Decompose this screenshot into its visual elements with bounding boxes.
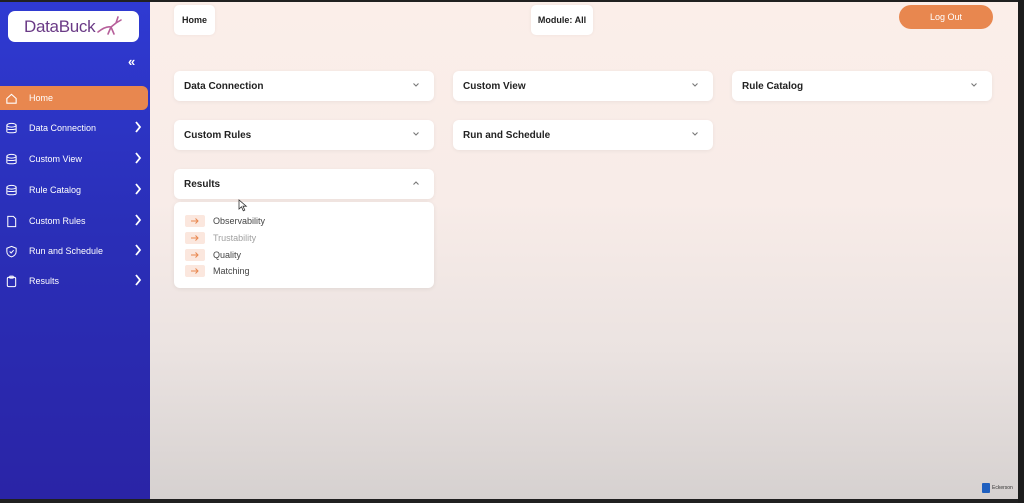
sidebar-item-rule-catalog[interactable]: Rule Catalog <box>0 178 150 202</box>
chevron-down-icon <box>692 132 698 136</box>
chevron-right-icon <box>135 121 142 133</box>
card-results[interactable]: Results <box>174 169 434 199</box>
menu-item-label: Trustability <box>213 233 257 243</box>
sidebar-item-label: Run and Schedule <box>29 246 104 256</box>
card-custom-view[interactable]: Custom View <box>453 71 713 101</box>
chevron-right-icon <box>135 274 142 286</box>
chevron-down-icon <box>413 132 419 136</box>
chevron-right-icon <box>135 214 142 226</box>
deer-logo-icon <box>97 16 122 35</box>
sidebar-item-home[interactable]: Home <box>0 86 148 110</box>
card-run-and-schedule[interactable]: Run and Schedule <box>453 120 713 150</box>
sidebar-item-label: Data Connection <box>29 123 97 133</box>
sidebar-item-label: Results <box>29 276 60 286</box>
menu-item-observability[interactable]: Observability <box>185 214 265 228</box>
chevron-right-icon <box>135 152 142 164</box>
breadcrumb-home[interactable]: Home <box>174 5 215 35</box>
chevron-right-icon <box>135 244 142 256</box>
arrow-right-icon <box>185 265 205 277</box>
card-title: Rule Catalog <box>742 80 804 92</box>
chevron-down-icon <box>971 83 977 87</box>
file-icon <box>4 214 18 228</box>
arrow-right-icon <box>185 249 205 261</box>
window-edge <box>1018 0 1024 503</box>
main-content: Home Module: All Log Out Data Connection… <box>150 2 1018 499</box>
sidebar-item-custom-view[interactable]: Custom View <box>0 147 150 171</box>
card-rule-catalog[interactable]: Rule Catalog <box>732 71 992 101</box>
mouse-cursor-icon <box>238 199 248 212</box>
card-title: Data Connection <box>184 80 264 92</box>
card-data-connection[interactable]: Data Connection <box>174 71 434 101</box>
results-dropdown: Observability Trustability Quality Match… <box>174 202 434 288</box>
database-icon <box>4 121 18 135</box>
clipboard-icon <box>4 274 18 288</box>
eckerson-watermark: Eckerson <box>982 483 1013 493</box>
chevron-up-icon <box>413 181 419 185</box>
breadcrumb-label: Home <box>181 15 207 25</box>
module-label: Module: All <box>537 15 587 25</box>
logout-label: Log Out <box>929 12 963 22</box>
eckerson-logo-icon <box>982 483 990 493</box>
logout-button[interactable]: Log Out <box>899 5 993 29</box>
chevron-down-icon <box>413 83 419 87</box>
home-icon <box>4 91 18 105</box>
sidebar-item-label: Custom Rules <box>29 216 86 226</box>
sidebar-item-label: Custom View <box>29 154 82 164</box>
card-custom-rules[interactable]: Custom Rules <box>174 120 434 150</box>
menu-item-label: Observability <box>213 216 266 226</box>
module-selector[interactable]: Module: All <box>531 5 593 35</box>
arrow-right-icon <box>185 232 205 244</box>
card-title: Custom Rules <box>184 129 252 141</box>
sidebar-item-data-connection[interactable]: Data Connection <box>0 116 150 140</box>
chevron-right-icon <box>135 183 142 195</box>
chevron-down-icon <box>692 83 698 87</box>
sidebar-item-label: Rule Catalog <box>29 185 82 195</box>
sidebar-item-run-and-schedule[interactable]: Run and Schedule <box>0 239 150 263</box>
card-title: Results <box>184 178 221 190</box>
sidebar-item-results[interactable]: Results <box>0 269 150 293</box>
sidebar: DataBuck « Home Data Connection Custom V… <box>0 2 150 499</box>
database-icon <box>4 183 18 197</box>
sidebar-item-custom-rules[interactable]: Custom Rules <box>0 209 150 233</box>
database-icon <box>4 152 18 166</box>
arrow-right-icon <box>185 215 205 227</box>
logo[interactable]: DataBuck <box>8 11 139 42</box>
watermark-text: Eckerson <box>992 485 1013 491</box>
sidebar-item-label: Home <box>29 93 54 103</box>
card-title: Run and Schedule <box>463 129 551 141</box>
card-title: Custom View <box>463 80 526 92</box>
menu-item-quality[interactable]: Quality <box>185 248 241 262</box>
menu-item-label: Matching <box>213 266 250 276</box>
shield-icon <box>4 244 18 258</box>
menu-item-trustability[interactable]: Trustability <box>185 231 256 245</box>
logo-text: DataBuck <box>24 16 96 36</box>
menu-item-label: Quality <box>213 250 242 260</box>
collapse-sidebar-icon[interactable]: « <box>128 54 135 69</box>
menu-item-matching[interactable]: Matching <box>185 264 250 278</box>
